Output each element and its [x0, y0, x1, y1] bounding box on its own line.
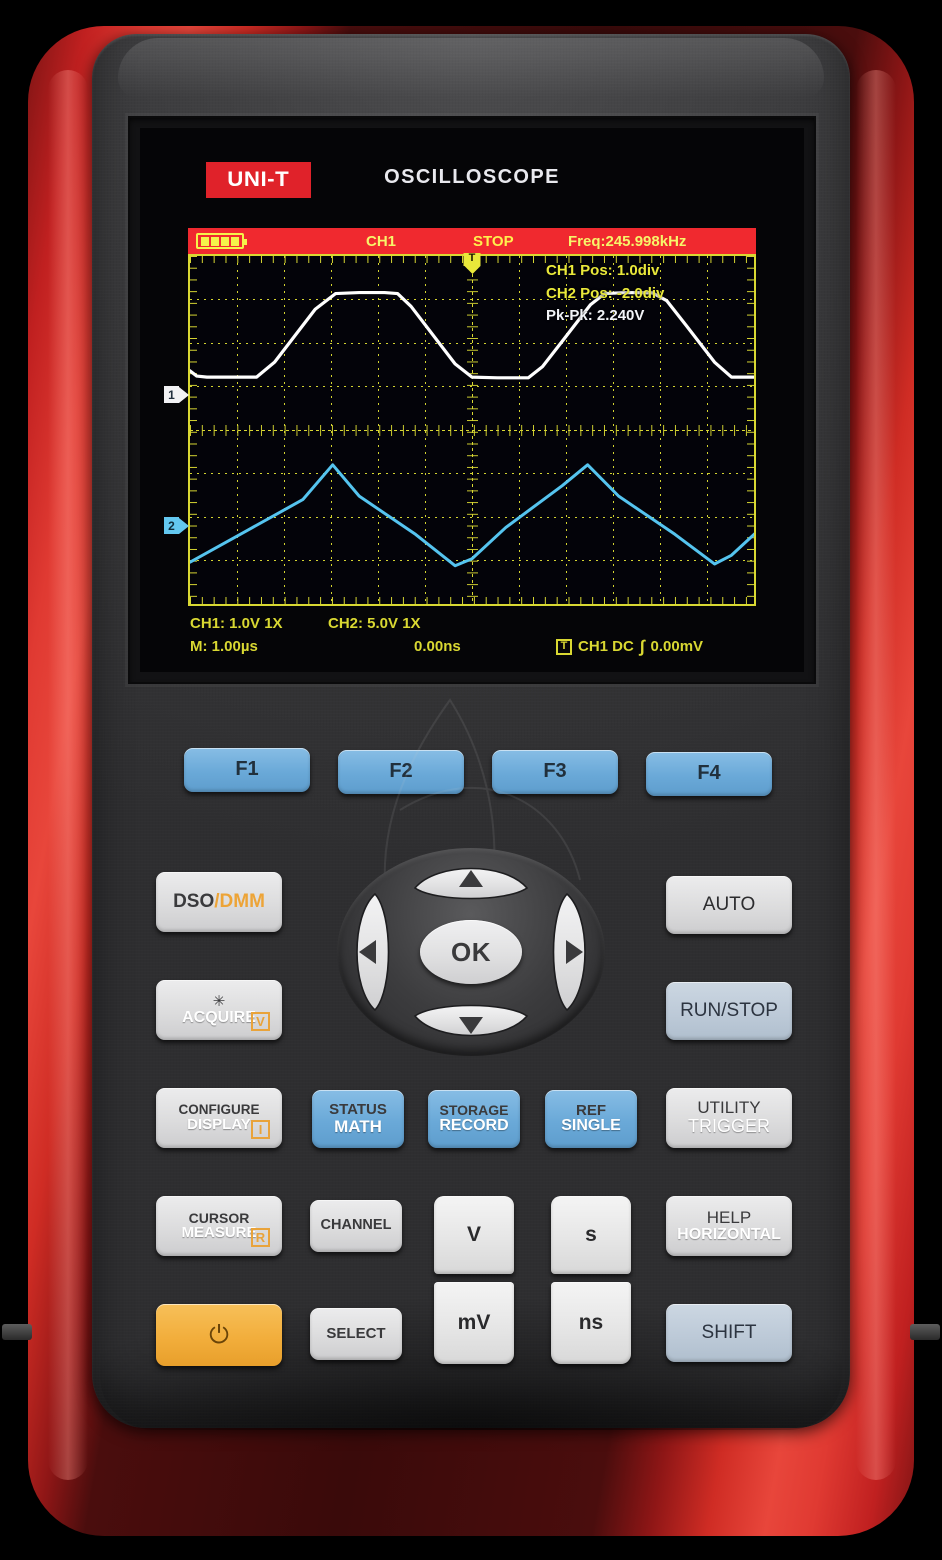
- f3-button[interactable]: F3: [492, 750, 618, 794]
- second-key[interactable]: s: [551, 1196, 631, 1274]
- status-bar: CH1 STOP Freq:245.998kHz: [188, 228, 756, 254]
- status-channel: CH1: [366, 232, 397, 250]
- acquire-shift-glyph: V: [251, 1012, 270, 1031]
- ch1-marker-label: 1: [164, 386, 179, 403]
- readout-ch2-pos: CH2 Pos: -2.0div: [546, 284, 665, 302]
- screen-title: OSCILLOSCOPE: [384, 166, 560, 188]
- status-math-button[interactable]: STATUS MATH: [312, 1090, 404, 1148]
- ch2-trace: [190, 463, 754, 568]
- storage-record-button[interactable]: STORAGE RECORD: [428, 1090, 520, 1148]
- trigger-marker-label: T: [468, 252, 476, 264]
- configure-display-button[interactable]: CONFIGURE DISPLAY I: [156, 1088, 282, 1148]
- utility-trigger-button[interactable]: UTILITY TRIGGER: [666, 1088, 792, 1148]
- millivolt-key[interactable]: mV: [434, 1282, 514, 1364]
- measure-label: MEASURE: [181, 1224, 257, 1242]
- trigger-level: 0.00mV: [650, 638, 704, 655]
- run-stop-label: RUN/STOP: [680, 999, 778, 1021]
- lcd-footer: CH1: 1.0V 1X CH2: 5.0V 1X M: 1.00µs 0.00…: [188, 612, 788, 660]
- help-label: HELP: [706, 1207, 752, 1227]
- acquire-label: ACQUIRE: [182, 1008, 256, 1026]
- power-button[interactable]: ⏻: [156, 1304, 282, 1366]
- channel-label: CHANNEL: [320, 1217, 392, 1234]
- volt-key[interactable]: V: [434, 1196, 514, 1274]
- navigation-pad: OK: [331, 846, 611, 1058]
- dmm-label: /DMM: [214, 890, 265, 912]
- oscilloscope-screenshot: UNI-T OSCILLOSCOPE CH1 STOP Freq:245.998…: [0, 0, 942, 1560]
- status-run-state: STOP: [473, 232, 514, 250]
- nav-left-button[interactable]: [356, 892, 390, 1012]
- footer-timebase: M: 1.00µs: [190, 638, 258, 655]
- f4-label: F4: [697, 762, 721, 785]
- nav-right-button[interactable]: [552, 892, 586, 1012]
- lcd-display: UNI-T OSCILLOSCOPE CH1 STOP Freq:245.998…: [140, 128, 804, 672]
- lcd-header: UNI-T OSCILLOSCOPE: [140, 128, 804, 220]
- horizontal-label: HORIZONTAL: [677, 1225, 781, 1243]
- volt-label: V: [466, 1222, 481, 1246]
- auto-label: AUTO: [702, 893, 756, 915]
- cursor-label: CURSOR: [188, 1209, 250, 1226]
- battery-icon: [196, 233, 247, 249]
- ch2-marker-label: 2: [164, 517, 179, 534]
- trigger-slope-icon: ∫: [639, 636, 645, 656]
- cursor-measure-button[interactable]: CURSOR MEASURE R: [156, 1196, 282, 1256]
- utility-label: UTILITY: [697, 1098, 761, 1118]
- f4-button[interactable]: F4: [646, 752, 772, 796]
- strap-lug-right: [910, 1324, 940, 1340]
- nanosecond-key[interactable]: ns: [551, 1282, 631, 1364]
- readout-ch1-pos: CH1 Pos: 1.0div: [546, 262, 660, 279]
- run-stop-button[interactable]: RUN/STOP: [666, 982, 792, 1040]
- ref-label: REF: [576, 1101, 606, 1119]
- trigger-position-marker[interactable]: T: [463, 252, 481, 274]
- f3-label: F3: [543, 760, 567, 783]
- f1-label: F1: [235, 758, 259, 781]
- footer-ch1-scale: CH1: 1.0V 1X: [190, 615, 283, 632]
- acquire-star-icon: ✳: [212, 992, 226, 1010]
- trigger-label: TRIGGER: [687, 1116, 770, 1137]
- acquire-button[interactable]: ✳ ACQUIRE V: [156, 980, 282, 1040]
- readout-pk-pk: Pk-Pk: 2.240V: [546, 307, 645, 324]
- storage-label: STORAGE: [439, 1102, 509, 1119]
- f1-button[interactable]: F1: [184, 748, 310, 792]
- nanosecond-label: ns: [578, 1310, 604, 1334]
- auto-button[interactable]: AUTO: [666, 876, 792, 934]
- f2-button[interactable]: F2: [338, 750, 464, 794]
- footer-trigger-info: T CH1 DC ∫ 0.00mV: [556, 635, 703, 658]
- ok-label: OK: [451, 936, 491, 967]
- cursor-shift-glyph: R: [251, 1228, 270, 1247]
- status-frequency: Freq:245.998kHz: [568, 232, 687, 250]
- ch2-ground-marker[interactable]: 2: [164, 517, 189, 534]
- millivolt-label: mV: [457, 1310, 491, 1334]
- ch1-ground-marker[interactable]: 1: [164, 386, 189, 403]
- footer-delay: 0.00ns: [414, 638, 461, 655]
- math-label: MATH: [334, 1116, 382, 1136]
- help-horizontal-button[interactable]: HELP HORIZONTAL: [666, 1196, 792, 1256]
- trigger-badge: T: [556, 638, 572, 655]
- configure-shift-glyph: I: [251, 1120, 270, 1139]
- select-label: SELECT: [326, 1325, 386, 1343]
- power-icon: ⏻: [209, 1320, 229, 1349]
- trigger-source: CH1 DC: [578, 638, 634, 655]
- nav-down-button[interactable]: [413, 1004, 529, 1037]
- f2-label: F2: [389, 760, 413, 783]
- nav-up-button[interactable]: [413, 867, 529, 900]
- shift-button[interactable]: SHIFT: [666, 1304, 792, 1362]
- dso-dmm-button[interactable]: DSO/DMM: [156, 872, 282, 932]
- configure-label: CONFIGURE: [178, 1101, 260, 1117]
- dso-label: DSO: [173, 890, 215, 912]
- select-button[interactable]: SELECT: [310, 1308, 402, 1360]
- strap-lug-left: [2, 1324, 32, 1340]
- channel-button[interactable]: CHANNEL: [310, 1200, 402, 1252]
- footer-ch2-scale: CH2: 5.0V 1X: [328, 615, 421, 632]
- display-label: DISPLAY: [187, 1116, 251, 1134]
- graticule: T 1 2 CH1 Pos: 1.0div CH2 Pos: -2.0div P…: [164, 252, 756, 606]
- ref-single-button[interactable]: REF SINGLE: [545, 1090, 637, 1148]
- second-label: s: [585, 1222, 597, 1246]
- record-label: RECORD: [439, 1116, 509, 1134]
- single-label: SINGLE: [561, 1117, 621, 1135]
- measurement-readouts: CH1 Pos: 1.0div CH2 Pos: -2.0div Pk-Pk: …: [546, 260, 746, 328]
- status-label: STATUS: [329, 1101, 387, 1119]
- ok-button[interactable]: OK: [420, 920, 522, 984]
- shift-label: SHIFT: [701, 1321, 757, 1343]
